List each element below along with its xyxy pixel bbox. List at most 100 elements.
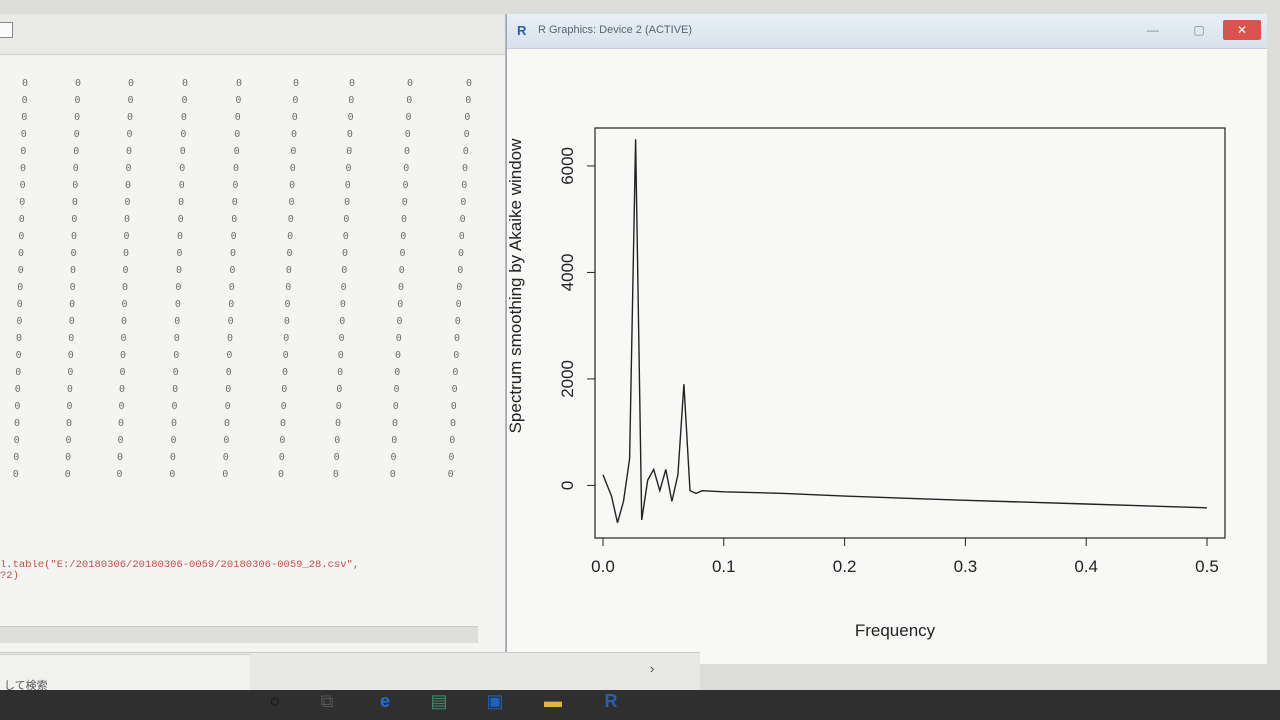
console-zero-value: 0 xyxy=(124,231,130,242)
console-zero-value: 0 xyxy=(335,418,341,429)
console-zero-value: 0 xyxy=(14,435,20,446)
console-zero-value: 0 xyxy=(229,282,235,293)
spectrum-plot: 0.0 0.1 0.2 0.3 0.4 0.5 0 2000 4000 6000 Frequen… xyxy=(507,127,1226,640)
console-zero-value: 0 xyxy=(128,78,134,89)
console-zero-value: 0 xyxy=(348,95,354,106)
console-zero-value: 0 xyxy=(455,316,461,327)
console-zero-value: 0 xyxy=(20,180,26,191)
console-zero-value: 0 xyxy=(65,452,71,463)
console-zero-value: 0 xyxy=(346,163,352,174)
console-zero-value: 0 xyxy=(235,112,241,123)
console-zero-value: 0 xyxy=(75,78,81,89)
console-zero-value: 0 xyxy=(394,367,400,378)
console-zero-value: 0 xyxy=(228,316,234,327)
console-zero-value: 0 xyxy=(16,350,22,361)
console-zero-value: 0 xyxy=(173,350,179,361)
r-app-icon[interactable]: R xyxy=(596,686,626,716)
minimize-button[interactable]: — xyxy=(1137,20,1169,40)
x-tick-label: 0.3 xyxy=(954,557,978,576)
cortana-icon[interactable]: ○ xyxy=(260,686,290,716)
console-zero-value: 0 xyxy=(17,299,23,310)
console-zero-value: 0 xyxy=(449,435,455,446)
console-zero-value: 0 xyxy=(119,401,125,412)
console-zero-value: 0 xyxy=(405,129,411,140)
console-zero-value: 0 xyxy=(22,95,28,106)
console-zero-value: 0 xyxy=(401,214,407,225)
console-zero-value: 0 xyxy=(120,367,126,378)
console-zero-value: 0 xyxy=(22,78,28,89)
console-zero-value: 0 xyxy=(18,265,24,276)
console-zero-value: 0 xyxy=(174,333,180,344)
console-zero-value: 0 xyxy=(127,112,133,123)
console-zero-value: 0 xyxy=(118,418,124,429)
console-zero-value: 0 xyxy=(333,469,339,480)
console-zero-value: 0 xyxy=(402,197,408,208)
console-zero-value: 0 xyxy=(407,78,413,89)
console-zero-value: 0 xyxy=(282,367,288,378)
console-zero-value: 0 xyxy=(336,384,342,395)
outlook-icon[interactable]: ▣ xyxy=(480,686,510,716)
console-zero-value: 0 xyxy=(181,95,187,106)
console-zero-value: 0 xyxy=(390,469,396,480)
console-zero-value: 0 xyxy=(176,265,182,276)
console-command: l.table("E:/20180306/20180306-0059/20180… xyxy=(0,560,500,582)
graphics-titlebar[interactable]: R R Graphics: Device 2 (ACTIVE) — ▢ ✕ xyxy=(507,14,1267,49)
console-titlebar[interactable] xyxy=(0,14,505,55)
console-zero-value: 0 xyxy=(117,469,123,480)
console-zero-value: 0 xyxy=(459,231,465,242)
console-zero-value: 0 xyxy=(128,95,134,106)
x-axis: 0.0 0.1 0.2 0.3 0.4 0.5 xyxy=(591,538,1219,576)
console-zero-value: 0 xyxy=(460,214,466,225)
console-zero-value: 0 xyxy=(230,248,236,259)
console-zero-value: 0 xyxy=(396,333,402,344)
console-zero-value: 0 xyxy=(283,333,289,344)
task-view-icon[interactable]: ⧉ xyxy=(312,686,342,716)
console-zero-value: 0 xyxy=(123,248,129,259)
console-zero-value: 0 xyxy=(345,180,351,191)
console-zero-value: 0 xyxy=(285,299,291,310)
console-zero-value: 0 xyxy=(70,282,76,293)
console-zero-value: 0 xyxy=(126,163,132,174)
console-zero-value: 0 xyxy=(287,231,293,242)
console-zero-value: 0 xyxy=(14,401,20,412)
console-zero-value: 0 xyxy=(175,299,181,310)
console-output-grid: 0 0 0 0 0 0 0 0 0 0 0 0 0 0 0 0 0 0 0 0 0 0 0 0 0 0 0 0 0 0 0 0 0 0 0 0 0 0 0 0… xyxy=(13,78,472,480)
console-zero-value: 0 xyxy=(66,418,72,429)
r-logo-icon: R xyxy=(517,23,527,38)
store-icon[interactable]: ▤ xyxy=(424,686,454,716)
explorer-icon[interactable]: ▬ xyxy=(538,686,568,716)
console-zero-value: 0 xyxy=(121,333,127,344)
taskbar-search-box[interactable]: して検索 xyxy=(0,654,250,695)
edge-icon[interactable]: e xyxy=(370,686,400,716)
console-zero-value: 0 xyxy=(73,146,79,157)
r-console-window[interactable]: 0 0 0 0 0 0 0 0 0 0 0 0 0 0 0 0 0 0 0 0 0 0 0 0 0 0 0 0 0 0 0 0 0 0 0 0 0 0 0 0… xyxy=(0,14,507,652)
console-horizontal-scrollbar[interactable] xyxy=(0,626,478,643)
console-zero-value: 0 xyxy=(231,214,237,225)
console-zero-value: 0 xyxy=(395,350,401,361)
console-zero-value: 0 xyxy=(343,214,349,225)
r-graphics-window[interactable]: R R Graphics: Device 2 (ACTIVE) — ▢ ✕ 0.… xyxy=(506,14,1267,664)
console-zero-value: 0 xyxy=(334,435,340,446)
console-zero-value: 0 xyxy=(15,367,21,378)
console-zero-value: 0 xyxy=(21,129,27,140)
scroll-right-arrow-icon[interactable]: › xyxy=(650,661,654,676)
console-zero-value: 0 xyxy=(66,435,72,446)
maximize-button[interactable]: ▢ xyxy=(1183,20,1215,40)
console-zero-value: 0 xyxy=(179,180,185,191)
console-zero-value: 0 xyxy=(466,78,472,89)
console-zero-value: 0 xyxy=(71,214,77,225)
console-zero-value: 0 xyxy=(285,282,291,293)
console-zero-value: 0 xyxy=(118,435,124,446)
console-zero-value: 0 xyxy=(340,299,346,310)
console-zero-value: 0 xyxy=(279,435,285,446)
console-zero-value: 0 xyxy=(235,95,241,106)
console-zero-value: 0 xyxy=(16,316,22,327)
console-zero-value: 0 xyxy=(289,180,295,191)
console-zero-value: 0 xyxy=(281,384,287,395)
console-zero-value: 0 xyxy=(394,384,400,395)
console-zero-value: 0 xyxy=(236,78,242,89)
close-button[interactable]: ✕ xyxy=(1223,20,1261,40)
console-zero-value: 0 xyxy=(399,265,405,276)
console-zero-value: 0 xyxy=(126,146,132,157)
console-zero-value: 0 xyxy=(406,95,412,106)
